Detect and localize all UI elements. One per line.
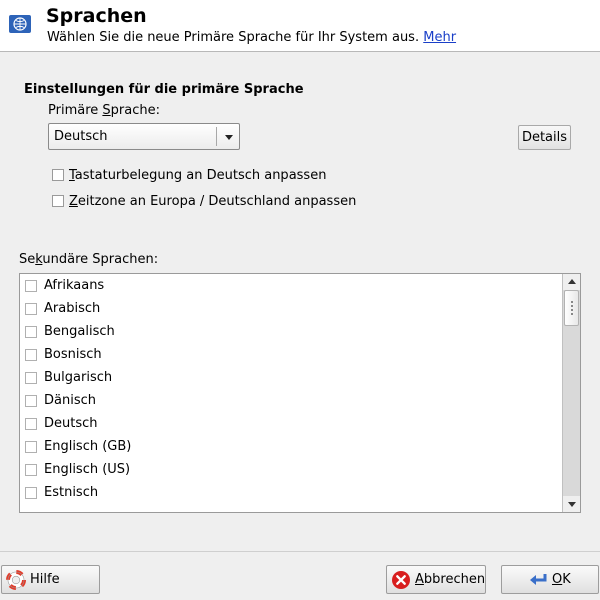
timezone-adjust-label: Zeitzone an Europa / Deutschland anpasse… — [69, 193, 357, 209]
language-list-items: Afrikaans Arabisch Bengalisch Bosnisch Bulga… — [20, 274, 560, 504]
lifebuoy-icon — [6, 569, 26, 590]
subtitle-text: Wählen Sie die neue Primäre Sprache für … — [47, 30, 420, 45]
language-label: Englisch (GB) — [44, 439, 132, 454]
language-label: Estnisch — [44, 485, 99, 500]
list-item[interactable]: Bulgarisch — [20, 366, 560, 389]
list-item[interactable]: Englisch (GB) — [20, 435, 560, 458]
list-item[interactable]: Estnisch — [20, 481, 560, 504]
language-checkbox[interactable] — [25, 440, 37, 453]
language-checkbox[interactable] — [25, 486, 37, 499]
list-item[interactable]: Deutsch — [20, 412, 560, 435]
dialog-header: Sprachen Wählen Sie die neue Primäre Spr… — [0, 0, 600, 52]
timezone-adjust-checkbox[interactable] — [52, 195, 64, 207]
list-scrollbar[interactable] — [562, 274, 580, 512]
scrollbar-thumb[interactable] — [564, 290, 579, 326]
primary-language-select[interactable]: Deutsch — [48, 123, 240, 150]
enter-arrow-icon — [530, 573, 547, 585]
cancel-x-icon — [392, 570, 410, 589]
help-button-label: Hilfe — [30, 572, 60, 587]
language-label: Bulgarisch — [44, 370, 113, 385]
help-button[interactable]: Hilfe — [1, 565, 100, 594]
cancel-button[interactable]: Abbrechen — [386, 565, 486, 594]
keyboard-adjust-checkbox[interactable] — [52, 169, 64, 181]
list-item[interactable]: Dänisch — [20, 389, 560, 412]
primary-language-value: Deutsch — [54, 129, 108, 144]
language-checkbox[interactable] — [25, 302, 37, 315]
language-checkbox[interactable] — [25, 279, 37, 292]
language-label: Dänisch — [44, 393, 96, 408]
language-label: Englisch (US) — [44, 462, 131, 477]
language-checkbox[interactable] — [25, 325, 37, 338]
list-item[interactable]: Arabisch — [20, 297, 560, 320]
details-button[interactable]: Details — [518, 125, 571, 150]
more-link[interactable]: Mehr — [423, 30, 456, 45]
cancel-button-label: Abbrechen — [415, 572, 486, 587]
keyboard-adjust-label: Tastaturbelegung an Deutsch anpassen — [69, 167, 327, 183]
scroll-up-arrow[interactable] — [563, 274, 580, 290]
list-item[interactable]: Bosnisch — [20, 343, 560, 366]
language-label: Arabisch — [44, 301, 101, 316]
primary-language-label: Primäre Sprache: — [48, 103, 160, 118]
grip-icon — [571, 301, 573, 315]
language-label: Afrikaans — [44, 278, 105, 293]
globe-flag-icon — [9, 15, 31, 33]
language-checkbox[interactable] — [25, 463, 37, 476]
ok-button[interactable]: OK — [501, 565, 599, 594]
language-checkbox[interactable] — [25, 371, 37, 384]
language-checkbox[interactable] — [25, 394, 37, 407]
list-item[interactable]: Afrikaans — [20, 274, 560, 297]
language-checkbox[interactable] — [25, 348, 37, 361]
timezone-adjust-option[interactable]: Zeitzone an Europa / Deutschland anpasse… — [52, 193, 356, 209]
language-checkbox[interactable] — [25, 417, 37, 430]
list-item[interactable]: Bengalisch — [20, 320, 560, 343]
language-label: Deutsch — [44, 416, 98, 431]
page-subtitle: Wählen Sie die neue Primäre Sprache für … — [47, 30, 456, 45]
language-label: Bengalisch — [44, 324, 115, 339]
button-area-divider — [0, 551, 600, 552]
page-title: Sprachen — [46, 5, 147, 27]
scroll-down-arrow[interactable] — [563, 496, 580, 512]
list-item[interactable]: Englisch (US) — [20, 458, 560, 481]
secondary-languages-list[interactable]: Afrikaans Arabisch Bengalisch Bosnisch Bulga… — [19, 273, 581, 513]
combo-separator — [216, 127, 217, 146]
ok-button-label: OK — [552, 572, 571, 587]
chevron-down-icon — [225, 135, 233, 140]
primary-section-title: Einstellungen für die primäre Sprache — [24, 82, 304, 97]
keyboard-adjust-option[interactable]: Tastaturbelegung an Deutsch anpassen — [52, 167, 326, 183]
language-label: Bosnisch — [44, 347, 102, 362]
secondary-languages-label: Sekundäre Sprachen: — [19, 252, 159, 267]
